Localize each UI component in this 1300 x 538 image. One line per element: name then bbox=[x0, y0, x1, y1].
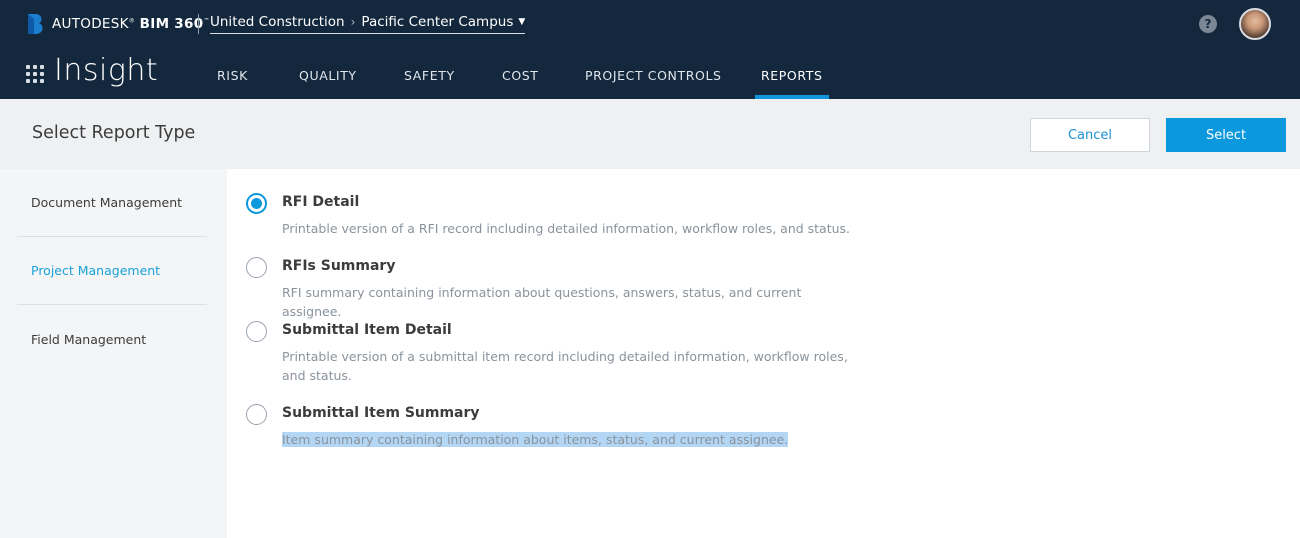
project-breadcrumb[interactable]: United Construction › Pacific Center Cam… bbox=[210, 12, 526, 34]
report-name: RFI Detail bbox=[282, 194, 360, 210]
report-name: Submittal Item Detail bbox=[282, 322, 452, 338]
tab-project-controls[interactable]: PROJECT CONTROLS bbox=[585, 52, 722, 99]
sidebar-item-document-management[interactable]: Document Management bbox=[17, 169, 207, 237]
brand-divider bbox=[198, 14, 199, 34]
select-button[interactable]: Select bbox=[1166, 118, 1286, 152]
chevron-right-icon: › bbox=[350, 14, 356, 29]
report-name: RFIs Summary bbox=[282, 258, 396, 274]
tab-safety[interactable]: SAFETY bbox=[404, 52, 455, 99]
radio-button[interactable] bbox=[246, 404, 267, 425]
radio-button[interactable] bbox=[246, 321, 267, 342]
cancel-button[interactable]: Cancel bbox=[1030, 118, 1150, 152]
report-description: Item summary containing information abou… bbox=[282, 430, 852, 449]
help-label: ? bbox=[1204, 17, 1212, 31]
brand-suffix: BIM 360 bbox=[139, 16, 204, 32]
tab-cost[interactable]: COST bbox=[502, 52, 539, 99]
breadcrumb-account[interactable]: United Construction bbox=[210, 14, 345, 30]
page-title: Select Report Type bbox=[32, 123, 196, 143]
app-title: Insight bbox=[54, 53, 159, 88]
report-name: Submittal Item Summary bbox=[282, 405, 480, 421]
bim360-logo-icon bbox=[28, 14, 43, 34]
radio-button-selected[interactable] bbox=[246, 193, 267, 214]
report-description: RFI summary containing information about… bbox=[282, 285, 802, 319]
tab-reports[interactable]: REPORTS bbox=[755, 52, 828, 99]
sidebar-item-field-management[interactable]: Field Management bbox=[17, 305, 207, 373]
brand-name: AUTODESK® BIM 360™ bbox=[52, 16, 210, 32]
tab-quality[interactable]: QUALITY bbox=[299, 52, 357, 99]
user-avatar[interactable] bbox=[1239, 8, 1271, 40]
help-icon[interactable]: ? bbox=[1199, 15, 1217, 33]
breadcrumb-project[interactable]: Pacific Center Campus bbox=[361, 14, 513, 30]
caret-down-icon[interactable]: ▼ bbox=[518, 17, 525, 27]
tab-risk[interactable]: RISK bbox=[217, 52, 248, 99]
app-switcher-grid-icon[interactable] bbox=[26, 65, 44, 83]
top-header: AUTODESK® BIM 360™ United Construction ›… bbox=[0, 0, 1300, 99]
report-description: Printable version of a submittal item re… bbox=[282, 349, 848, 383]
report-description: Printable version of a RFI record includ… bbox=[282, 221, 851, 236]
brand[interactable]: AUTODESK® BIM 360™ bbox=[26, 12, 210, 36]
report-category-sidebar: Document Management Project Management F… bbox=[0, 169, 227, 538]
selected-text: Item summary containing information abou… bbox=[282, 432, 789, 447]
radio-button[interactable] bbox=[246, 257, 267, 278]
sidebar-item-project-management[interactable]: Project Management bbox=[17, 237, 207, 305]
page-header: Select Report Type Cancel Select bbox=[0, 99, 1300, 169]
brand-prefix: AUTODESK bbox=[52, 16, 129, 32]
